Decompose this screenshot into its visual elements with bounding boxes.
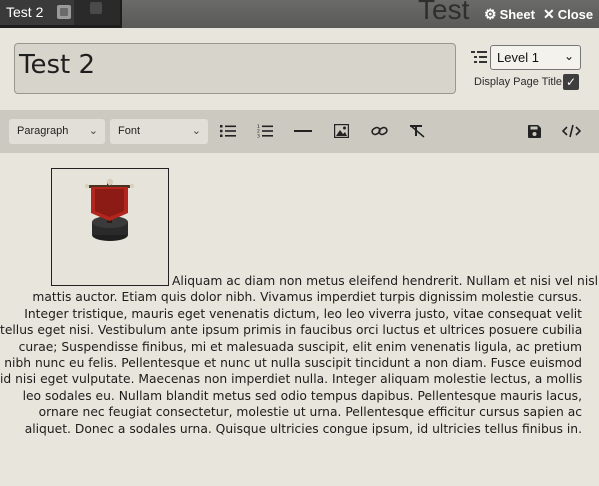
- code-view-icon: [561, 124, 581, 138]
- insert-image-button[interactable]: [332, 122, 350, 140]
- level-select[interactable]: Level 1 ⌄: [490, 45, 581, 70]
- font-select-value: Font: [118, 125, 141, 137]
- save-icon: [527, 124, 541, 138]
- display-page-title-label: Display Page Title: [474, 76, 563, 88]
- text-line: mattis auctor. Etiam quis dolor nibh. Vi…: [32, 290, 582, 305]
- window-titlebar: Test 2 Test ⚙ Sheet ✕ Close: [0, 0, 599, 28]
- clear-formatting-button[interactable]: [408, 122, 426, 140]
- display-page-title-checkbox[interactable]: ✓: [563, 74, 579, 90]
- banner-token-image: [84, 178, 135, 241]
- image-icon: [333, 124, 349, 138]
- page-title-input[interactable]: Test 2: [14, 43, 456, 94]
- chevron-down-icon: ⌄: [563, 49, 574, 63]
- gear-icon: ⚙: [484, 5, 497, 22]
- font-select[interactable]: Font ⌄: [110, 119, 208, 144]
- close-icon: ✕: [543, 5, 555, 22]
- window-tab-secondary[interactable]: [74, 0, 120, 25]
- window-title: Test: [418, 0, 470, 25]
- chevron-down-icon: ⌄: [191, 125, 201, 137]
- text-line: curae; Suspendisse finibus, mi et malesu…: [18, 339, 582, 354]
- window-tab-label: Test 2: [6, 4, 44, 20]
- text-line: ornare nec feugiat consectetur, molestie…: [38, 405, 582, 420]
- paragraph-format-value: Paragraph: [17, 125, 69, 137]
- horizontal-rule-button[interactable]: [294, 122, 312, 140]
- text-line: aliquet. Donec a sodales urna. Quisque u…: [24, 421, 582, 436]
- horizontal-rule-icon: [294, 130, 312, 132]
- text-line: Aliquam ac diam non metus eleifend hendr…: [172, 274, 599, 288]
- insert-link-button[interactable]: [370, 122, 388, 140]
- editor-toolbar: Paragraph ⌄ Font ⌄ 1 2 3: [0, 110, 599, 153]
- sheet-button[interactable]: ⚙ Sheet: [484, 5, 535, 23]
- embedded-image[interactable]: [51, 168, 169, 286]
- link-icon: [370, 126, 388, 136]
- outline-level-icon: [471, 51, 487, 63]
- numbered-list-icon: 1 2 3: [257, 124, 273, 138]
- level-select-value: Level 1: [497, 50, 539, 65]
- svg-text:3: 3: [257, 133, 260, 138]
- save-button[interactable]: [525, 122, 543, 140]
- sheet-button-label: Sheet: [499, 6, 535, 22]
- paragraph-format-select[interactable]: Paragraph ⌄: [9, 119, 105, 144]
- document-icon: [57, 5, 71, 19]
- clear-format-icon: [409, 125, 424, 138]
- text-line: tellus eget nisi. Vestibulum ante ipsum …: [0, 323, 583, 338]
- text-line: leo sodales eu. Nullam blandit metus sed…: [22, 388, 582, 403]
- close-button-label: Close: [557, 6, 594, 22]
- chevron-down-icon: ⌄: [88, 125, 98, 137]
- numbered-list-button[interactable]: 1 2 3: [256, 122, 274, 140]
- code-view-button[interactable]: [561, 122, 581, 140]
- checkmark-icon: ✓: [565, 75, 577, 89]
- bullet-list-button[interactable]: [219, 122, 237, 140]
- window-title-area: Test ⚙ Sheet ✕ Close: [122, 0, 599, 28]
- bullet-list-icon: [220, 125, 236, 137]
- close-button[interactable]: ✕ Close: [543, 5, 593, 23]
- text-line: nibh nunc eu felis. Pellentesque et nunc…: [4, 356, 582, 371]
- text-line: id nisi eget vulputate. Maecenas non imp…: [0, 372, 583, 387]
- editor-body[interactable]: Aliquam ac diam non metus eleifend hendr…: [0, 273, 599, 437]
- text-line: Integer tristique, mauris eget venenatis…: [24, 306, 582, 321]
